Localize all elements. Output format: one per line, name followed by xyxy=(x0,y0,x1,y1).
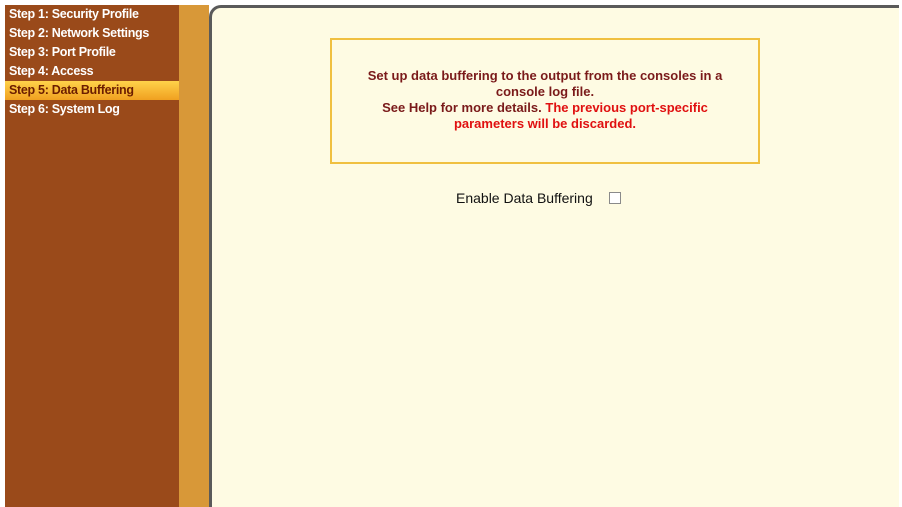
sidebar-item-port-profile[interactable]: Step 3: Port Profile xyxy=(5,43,179,62)
content-panel: Set up data buffering to the output from… xyxy=(209,5,899,507)
notice-line-2: console log file. xyxy=(495,84,595,99)
notice-help-text: See Help for more details. xyxy=(382,100,542,115)
wizard-sidebar: Step 1: Security Profile Step 2: Network… xyxy=(5,5,179,507)
sidebar-divider xyxy=(179,5,209,507)
sidebar-item-data-buffering[interactable]: Step 5: Data Buffering xyxy=(5,81,179,100)
notice-warning-text: The previous port-specific xyxy=(545,100,708,115)
enable-data-buffering-label: Enable Data Buffering xyxy=(456,190,593,206)
wizard-page: Step 1: Security Profile Step 2: Network… xyxy=(0,0,902,507)
sidebar-item-system-log[interactable]: Step 6: System Log xyxy=(5,100,179,119)
info-notice: Set up data buffering to the output from… xyxy=(330,38,760,164)
sidebar-item-network-settings[interactable]: Step 2: Network Settings xyxy=(5,24,179,43)
enable-data-buffering-checkbox[interactable] xyxy=(608,192,621,204)
notice-line-1: Set up data buffering to the output from… xyxy=(367,68,723,83)
notice-warning-text-2: parameters will be discarded. xyxy=(453,116,637,131)
enable-data-buffering-row: Enable Data Buffering xyxy=(456,190,621,206)
notice-line-3: See Help for more details. The previous … xyxy=(332,100,758,116)
sidebar-item-access[interactable]: Step 4: Access xyxy=(5,62,179,81)
sidebar-item-security-profile[interactable]: Step 1: Security Profile xyxy=(5,5,179,24)
